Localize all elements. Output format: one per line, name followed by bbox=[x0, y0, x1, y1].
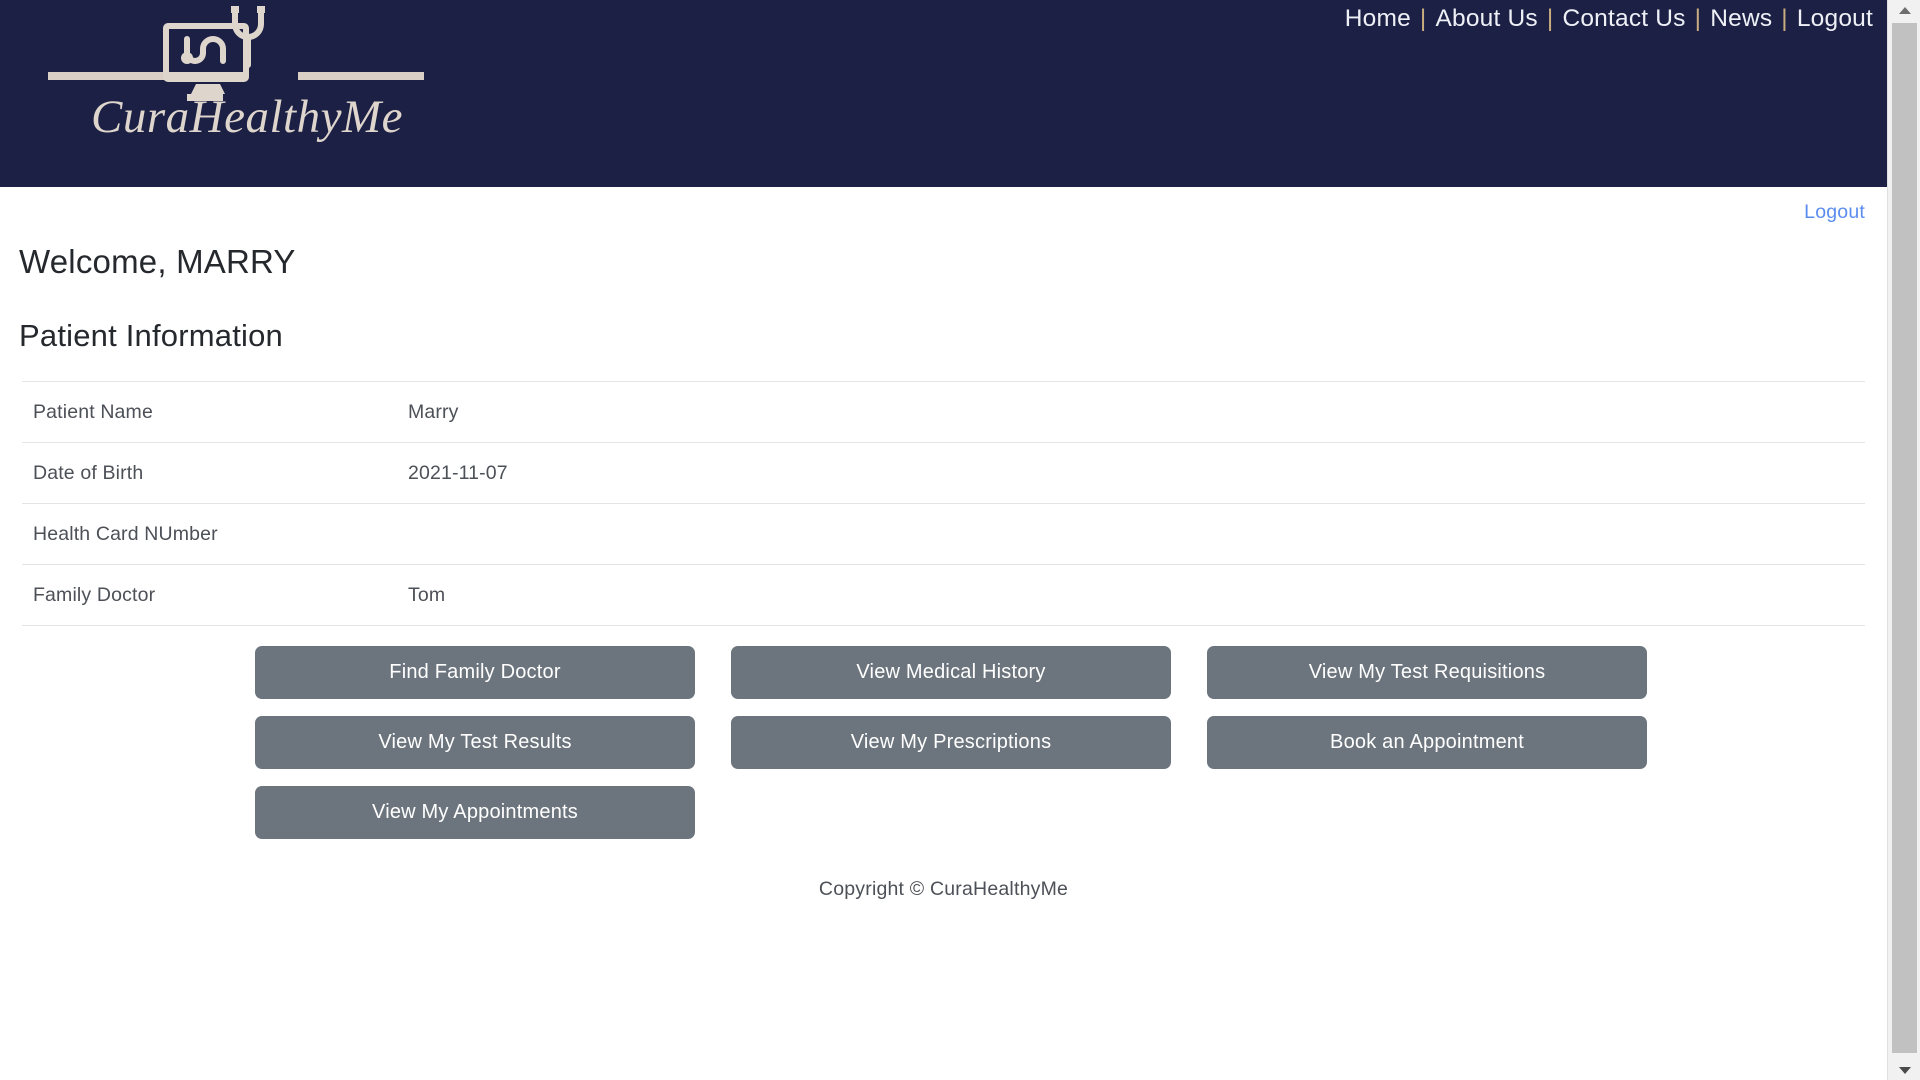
view-my-appointments-button[interactable]: View My Appointments bbox=[255, 786, 695, 839]
site-logo[interactable]: CuraHealthyMe bbox=[48, 0, 440, 180]
find-family-doctor-button[interactable]: Find Family Doctor bbox=[255, 646, 695, 699]
browser-viewport: CuraHealthyMe Home | About Us | Contact … bbox=[0, 0, 1920, 1080]
row-label: Date of Birth bbox=[22, 442, 392, 504]
logout-link[interactable]: Logout bbox=[1804, 201, 1865, 223]
page-scrollbar[interactable] bbox=[1887, 0, 1920, 1080]
row-value bbox=[392, 503, 1865, 565]
book-an-appointment-button[interactable]: Book an Appointment bbox=[1207, 716, 1647, 769]
scrollbar-thumb[interactable] bbox=[1892, 23, 1917, 1053]
nav-item-logout[interactable]: Logout bbox=[1795, 3, 1875, 35]
main-content: Logout Welcome, MARRY Patient Informatio… bbox=[0, 187, 1887, 901]
nav-item-news[interactable]: News bbox=[1708, 3, 1774, 35]
top-navigation: Home | About Us | Contact Us | News | Lo… bbox=[1343, 3, 1875, 35]
table-row: Family Doctor Tom bbox=[22, 564, 1865, 626]
welcome-heading: Welcome, MARRY bbox=[19, 243, 296, 280]
nav-separator: | bbox=[1419, 5, 1427, 32]
row-label: Patient Name bbox=[22, 381, 392, 443]
logout-row: Logout bbox=[22, 187, 1865, 235]
row-label: Family Doctor bbox=[22, 564, 392, 626]
scroll-down-arrow-icon[interactable] bbox=[1888, 1060, 1920, 1080]
page-content: CuraHealthyMe Home | About Us | Contact … bbox=[0, 0, 1887, 1080]
table-row: Date of Birth 2021-11-07 bbox=[22, 442, 1865, 504]
action-button-grid: Find Family Doctor View Medical History … bbox=[255, 646, 1695, 839]
view-my-test-requisitions-button[interactable]: View My Test Requisitions bbox=[1207, 646, 1647, 699]
nav-separator: | bbox=[1546, 5, 1554, 32]
logo-rule-left bbox=[48, 72, 174, 80]
logo-wordmark: CuraHealthyMe bbox=[91, 91, 403, 143]
footer-copyright: Copyright © CuraHealthyMe bbox=[818, 878, 1069, 900]
row-label: Health Card NUmber bbox=[22, 503, 392, 565]
nav-item-contact-us[interactable]: Contact Us bbox=[1560, 3, 1687, 35]
nav-separator: | bbox=[1694, 5, 1702, 32]
view-my-prescriptions-button[interactable]: View My Prescriptions bbox=[731, 716, 1171, 769]
nav-item-home[interactable]: Home bbox=[1343, 3, 1413, 35]
scroll-up-arrow-icon[interactable] bbox=[1888, 0, 1920, 20]
table-row: Patient Name Marry bbox=[22, 381, 1865, 443]
row-value: 2021-11-07 bbox=[392, 442, 1865, 504]
row-value: Tom bbox=[392, 564, 1865, 626]
view-medical-history-button[interactable]: View Medical History bbox=[731, 646, 1171, 699]
patient-information-table: Patient Name Marry Date of Birth 2021-11… bbox=[22, 381, 1865, 626]
site-header: CuraHealthyMe Home | About Us | Contact … bbox=[0, 0, 1887, 187]
row-value: Marry bbox=[392, 381, 1865, 443]
page-title: Patient Information bbox=[19, 318, 284, 353]
view-my-test-results-button[interactable]: View My Test Results bbox=[255, 716, 695, 769]
nav-item-about-us[interactable]: About Us bbox=[1433, 3, 1539, 35]
nav-separator: | bbox=[1781, 5, 1788, 32]
logo-rule-right bbox=[298, 72, 424, 80]
table-row: Health Card NUmber bbox=[22, 503, 1865, 565]
